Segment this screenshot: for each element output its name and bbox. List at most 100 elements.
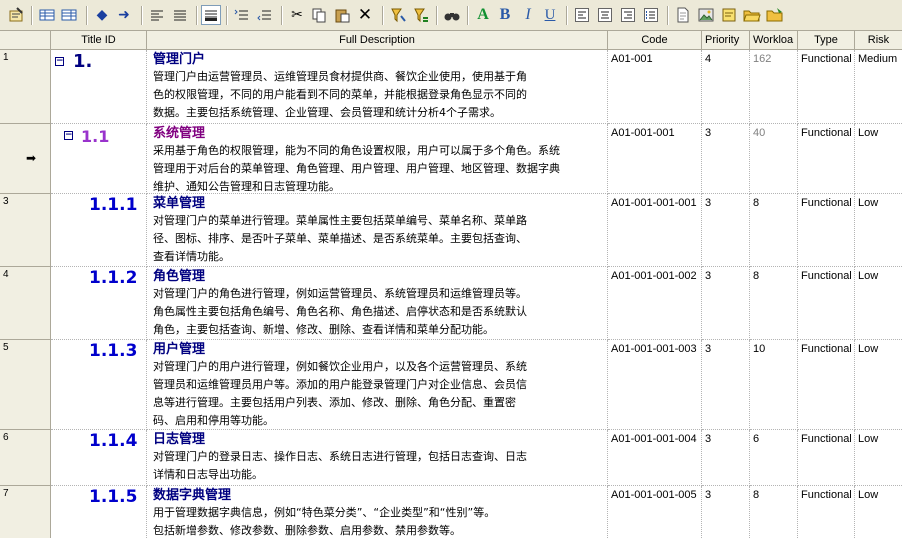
align-left-text-icon[interactable] bbox=[572, 5, 592, 25]
bold-icon[interactable]: B bbox=[495, 5, 515, 25]
header-workload[interactable]: Workloa bbox=[750, 31, 798, 50]
move-right-icon[interactable]: ➜ bbox=[114, 5, 134, 25]
requirement-title: 系统管理 bbox=[153, 126, 206, 141]
row-header[interactable]: 7 bbox=[0, 486, 51, 538]
code-cell[interactable]: A01-001-001-004 bbox=[608, 430, 702, 486]
risk-cell[interactable]: Low bbox=[855, 194, 902, 267]
delete-icon[interactable]: ✕ bbox=[355, 5, 375, 25]
risk-cell[interactable]: Low bbox=[855, 486, 902, 538]
type-cell[interactable]: Functional bbox=[798, 124, 855, 194]
code-cell[interactable]: A01-001-001-002 bbox=[608, 267, 702, 340]
risk-cell[interactable]: Medium bbox=[855, 50, 902, 124]
description-cell[interactable]: 数据字典管理 用于管理数据字典信息，例如“特色菜分类”、“企业类型”和“性别”等… bbox=[147, 486, 608, 538]
header-priority[interactable]: Priority bbox=[702, 31, 750, 50]
move-left-icon[interactable]: ◆ bbox=[92, 5, 112, 25]
description-cell[interactable]: 系统管理 采用基于角色的权限管理，能为不同的角色设置权限，用户可以属于多个角色。… bbox=[147, 124, 608, 194]
risk-cell[interactable]: Low bbox=[855, 124, 902, 194]
filter-icon[interactable] bbox=[388, 5, 408, 25]
priority-cell[interactable]: 3 bbox=[702, 486, 750, 538]
code-cell[interactable]: A01-001-001-001 bbox=[608, 194, 702, 267]
align-right-text-icon[interactable] bbox=[618, 5, 638, 25]
table-row[interactable]: 7 1.1.5 数据字典管理 用于管理数据字典信息，例如“特色菜分类”、“企业类… bbox=[0, 486, 902, 538]
row-header[interactable]: 1 bbox=[0, 50, 51, 124]
italic-icon[interactable]: I bbox=[518, 5, 538, 25]
list-expand-icon[interactable] bbox=[255, 5, 275, 25]
risk-cell[interactable]: Low bbox=[855, 267, 902, 340]
workload-cell[interactable]: 10 bbox=[750, 340, 798, 430]
table-row[interactable]: ➡ − 1.1 系统管理 采用基于角色的权限管理，能为不同的角色设置权限，用户可… bbox=[0, 124, 902, 194]
row-header[interactable]: 3 bbox=[0, 194, 51, 267]
table-row[interactable]: 1 − 1. 管理门户 管理门户由运营管理员、运维管理员食材提供商、餐饮企业使用… bbox=[0, 50, 902, 124]
header-type[interactable]: Type bbox=[798, 31, 855, 50]
workload-cell[interactable]: 6 bbox=[750, 430, 798, 486]
align-center-text-icon[interactable] bbox=[595, 5, 615, 25]
description-cell[interactable]: 菜单管理 对管理门户的菜单进行管理。菜单属性主要包括菜单编号、菜单名称、菜单路 … bbox=[147, 194, 608, 267]
text-wrap-icon[interactable] bbox=[201, 5, 221, 25]
insert-row-icon[interactable] bbox=[37, 5, 57, 25]
priority-cell[interactable]: 3 bbox=[702, 267, 750, 340]
row-header[interactable]: 4 bbox=[0, 267, 51, 340]
filter-clear-icon[interactable] bbox=[411, 5, 431, 25]
header-full-description[interactable]: Full Description bbox=[147, 31, 608, 50]
description-cell[interactable]: 管理门户 管理门户由运营管理员、运维管理员食材提供商、餐饮企业使用，使用基于角 … bbox=[147, 50, 608, 124]
header-risk[interactable]: Risk bbox=[855, 31, 902, 50]
risk-cell[interactable]: Low bbox=[855, 340, 902, 430]
priority-cell[interactable]: 4 bbox=[702, 50, 750, 124]
workload-cell[interactable]: 8 bbox=[750, 486, 798, 538]
save-folder-icon[interactable] bbox=[765, 5, 785, 25]
underline-icon[interactable]: U bbox=[540, 5, 560, 25]
header-corner[interactable] bbox=[0, 31, 51, 50]
code-cell[interactable]: A01-001-001-003 bbox=[608, 340, 702, 430]
paste-icon[interactable] bbox=[332, 5, 352, 25]
table-row[interactable]: 5 1.1.3 用户管理 对管理门户的用户进行管理，例如餐饮企业用户，以及各个运… bbox=[0, 340, 902, 430]
priority-cell[interactable]: 3 bbox=[702, 430, 750, 486]
type-cell[interactable]: Functional bbox=[798, 50, 855, 124]
justify-icon[interactable] bbox=[170, 5, 190, 25]
insert-column-icon[interactable] bbox=[59, 5, 79, 25]
new-document-icon[interactable] bbox=[673, 5, 693, 25]
type-cell[interactable]: Functional bbox=[798, 340, 855, 430]
workload-cell[interactable]: 8 bbox=[750, 267, 798, 340]
code-cell[interactable]: A01-001 bbox=[608, 50, 702, 124]
table-row[interactable]: 4 1.1.2 角色管理 对管理门户的角色进行管理，例如运营管理员、系统管理员和… bbox=[0, 267, 902, 340]
font-color-icon[interactable]: A bbox=[473, 5, 493, 25]
header-code[interactable]: Code bbox=[608, 31, 702, 50]
type-cell[interactable]: Functional bbox=[798, 486, 855, 538]
code-cell[interactable]: A01-001-001-005 bbox=[608, 486, 702, 538]
find-icon[interactable] bbox=[442, 5, 462, 25]
workload-cell[interactable]: 8 bbox=[750, 194, 798, 267]
type-cell[interactable]: Functional bbox=[798, 430, 855, 486]
properties-icon[interactable] bbox=[6, 5, 26, 25]
code-cell[interactable]: A01-001-001 bbox=[608, 124, 702, 194]
description-line: 管理用于对后台的菜单管理、角色管理、用户管理、用户管理、地区管理、数据字典 bbox=[153, 162, 560, 175]
priority-cell[interactable]: 3 bbox=[702, 124, 750, 194]
priority-cell[interactable]: 3 bbox=[702, 194, 750, 267]
type-cell[interactable]: Functional bbox=[798, 194, 855, 267]
description-cell[interactable]: 日志管理 对管理门户的登录日志、操作日志、系统日志进行管理，包括日志查询、日志 … bbox=[147, 430, 608, 486]
open-folder-icon[interactable] bbox=[742, 5, 762, 25]
priority-cell[interactable]: 3 bbox=[702, 340, 750, 430]
collapse-toggle[interactable]: − bbox=[64, 131, 73, 140]
cut-icon[interactable]: ✂ bbox=[287, 5, 307, 25]
copy-icon[interactable] bbox=[309, 5, 329, 25]
row-header[interactable]: 5 bbox=[0, 340, 51, 430]
requirement-title: 数据字典管理 bbox=[153, 488, 232, 503]
description-cell[interactable]: 角色管理 对管理门户的角色进行管理，例如运营管理员、系统管理员和运维管理员等。 … bbox=[147, 267, 608, 340]
bullet-list-icon[interactable] bbox=[641, 5, 661, 25]
list-collapse-icon[interactable] bbox=[232, 5, 252, 25]
header-title-id[interactable]: Title ID bbox=[51, 31, 147, 50]
workload-cell[interactable]: 162 bbox=[750, 50, 798, 124]
description-cell[interactable]: 用户管理 对管理门户的用户进行管理，例如餐饮企业用户，以及各个运营管理员、系统 … bbox=[147, 340, 608, 430]
row-header[interactable]: ➡ bbox=[0, 124, 51, 194]
description-line: 包括新增参数、修改参数、删除参数、启用参数、禁用参数等。 bbox=[153, 524, 461, 537]
align-left-icon[interactable] bbox=[147, 5, 167, 25]
workload-cell[interactable]: 40 bbox=[750, 124, 798, 194]
note-icon[interactable] bbox=[719, 5, 739, 25]
row-header[interactable]: 6 bbox=[0, 430, 51, 486]
collapse-toggle[interactable]: − bbox=[55, 57, 64, 66]
table-row[interactable]: 3 1.1.1 菜单管理 对管理门户的菜单进行管理。菜单属性主要包括菜单编号、菜… bbox=[0, 194, 902, 267]
type-cell[interactable]: Functional bbox=[798, 267, 855, 340]
image-icon[interactable] bbox=[696, 5, 716, 25]
table-row[interactable]: 6 1.1.4 日志管理 对管理门户的登录日志、操作日志、系统日志进行管理，包括… bbox=[0, 430, 902, 486]
risk-cell[interactable]: Low bbox=[855, 430, 902, 486]
